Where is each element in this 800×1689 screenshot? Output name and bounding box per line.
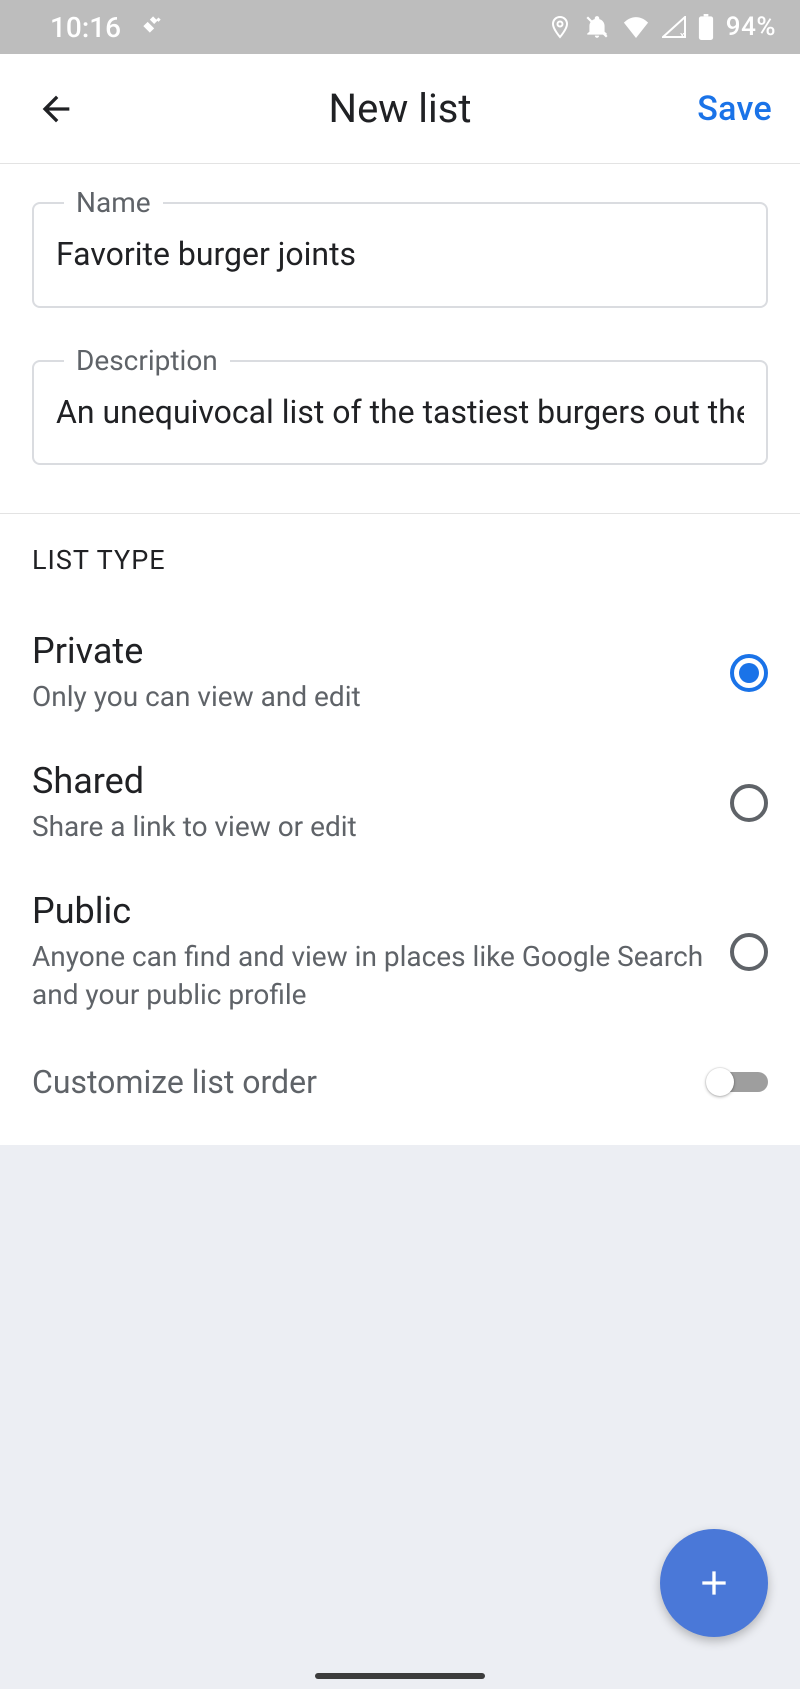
customize-order-label: Customize list order — [32, 1063, 317, 1101]
name-input[interactable] — [56, 234, 744, 276]
customize-order-row[interactable]: Customize list order — [32, 1035, 768, 1135]
radio-icon — [730, 784, 768, 822]
plus-icon — [694, 1563, 734, 1603]
back-button[interactable] — [32, 85, 80, 133]
battery-icon — [698, 14, 714, 40]
description-label: Description — [64, 344, 230, 377]
description-field-wrapper: Description — [32, 360, 768, 466]
option-subtitle: Only you can view and edit — [32, 678, 710, 716]
location-icon — [548, 15, 572, 39]
list-type-private[interactable]: Private Only you can view and edit — [32, 608, 768, 738]
arrow-back-icon — [36, 89, 76, 129]
gesture-nav-handle[interactable] — [315, 1673, 485, 1679]
form-section: Name Description — [0, 164, 800, 513]
list-type-public[interactable]: Public Anyone can find and view in place… — [32, 868, 768, 1036]
option-title: Shared — [32, 760, 710, 802]
radio-icon — [730, 654, 768, 692]
switch-thumb — [706, 1068, 734, 1096]
option-subtitle: Share a link to view or edit — [32, 808, 710, 846]
dnd-icon — [584, 14, 610, 40]
status-time: 10:16 — [50, 11, 121, 44]
page-title: New list — [0, 85, 800, 132]
description-input[interactable] — [56, 392, 744, 434]
wifi-icon — [622, 16, 650, 38]
add-fab-button[interactable] — [660, 1529, 768, 1637]
option-title: Public — [32, 890, 710, 932]
list-type-heading: LIST TYPE — [32, 544, 768, 576]
svg-text:x: x — [680, 31, 685, 38]
status-bar: 10:16 x 94% — [0, 0, 800, 54]
option-title: Private — [32, 630, 710, 672]
customize-order-switch[interactable] — [706, 1068, 768, 1096]
battery-percent: 94% — [726, 12, 776, 42]
satellite-icon — [139, 11, 165, 44]
list-type-shared[interactable]: Shared Share a link to view or edit — [32, 738, 768, 868]
signal-icon: x — [662, 16, 686, 38]
option-subtitle: Anyone can find and view in places like … — [32, 938, 710, 1014]
radio-icon — [730, 933, 768, 971]
app-bar: New list Save — [0, 54, 800, 164]
save-button[interactable]: Save — [697, 89, 772, 129]
name-field-wrapper: Name — [32, 202, 768, 308]
name-label: Name — [64, 186, 163, 219]
list-type-section: LIST TYPE Private Only you can view and … — [0, 513, 800, 1145]
